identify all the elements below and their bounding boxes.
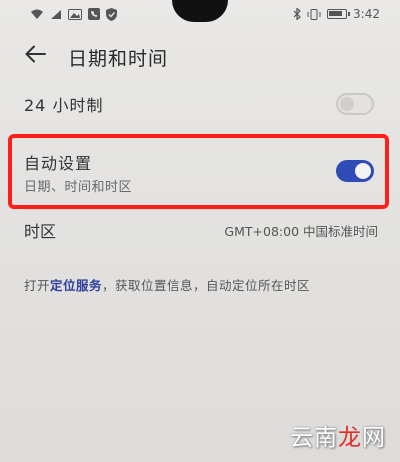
page-title: 日期和时间	[68, 48, 169, 70]
watermark-text-1: 云南	[290, 425, 338, 451]
phone-icon	[88, 8, 100, 20]
vibrate-icon	[307, 8, 321, 20]
toggle-knob	[340, 97, 354, 111]
setting-subtitle-auto: 日期、时间和时区	[24, 180, 133, 195]
divider	[24, 209, 380, 210]
status-left	[30, 7, 117, 21]
signal-icon	[50, 9, 62, 20]
wifi-icon	[30, 9, 44, 20]
toggle-auto-set[interactable]	[336, 160, 374, 182]
setting-row-auto[interactable]: 自动设置 日期、时间和时区	[0, 138, 400, 204]
setting-label-auto: 自动设置	[24, 154, 93, 173]
status-right: 3:42	[293, 7, 380, 21]
app-header: 日期和时间	[0, 38, 400, 70]
shield-icon	[106, 7, 117, 21]
location-service-link[interactable]: 定位服务	[50, 278, 102, 293]
arrow-left-icon	[25, 45, 46, 63]
location-note: 打开定位服务，获取位置信息，自动定位所在时区	[24, 275, 310, 294]
location-note-prefix: 打开	[24, 278, 51, 293]
status-time: 3:42	[353, 7, 380, 21]
location-note-suffix: ，获取位置信息，自动定位所在时区	[102, 278, 311, 293]
setting-value-timezone: GMT+08:00 中国标准时间	[224, 223, 378, 239]
watermark-text-2: 龙	[338, 425, 362, 451]
image-icon	[68, 8, 82, 20]
toggle-knob	[355, 163, 371, 179]
setting-row-timezone[interactable]: 时区 GMT+08:00 中国标准时间	[0, 214, 400, 246]
toggle-24h[interactable]	[336, 93, 374, 115]
back-button[interactable]	[22, 42, 50, 66]
setting-row-24h[interactable]: 24 小时制	[0, 86, 400, 122]
setting-label-timezone: 时区	[24, 222, 57, 241]
watermark-logo: 云南龙网	[290, 418, 386, 452]
battery-icon	[327, 9, 351, 19]
setting-label-24h: 24 小时制	[24, 96, 104, 115]
screen: 3:42 日期和时间 24 小时制 自动设置 日期、时间和时区 时区 GMT+0…	[0, 0, 400, 462]
watermark-text-3: 网	[362, 425, 386, 451]
bluetooth-icon	[293, 8, 301, 20]
